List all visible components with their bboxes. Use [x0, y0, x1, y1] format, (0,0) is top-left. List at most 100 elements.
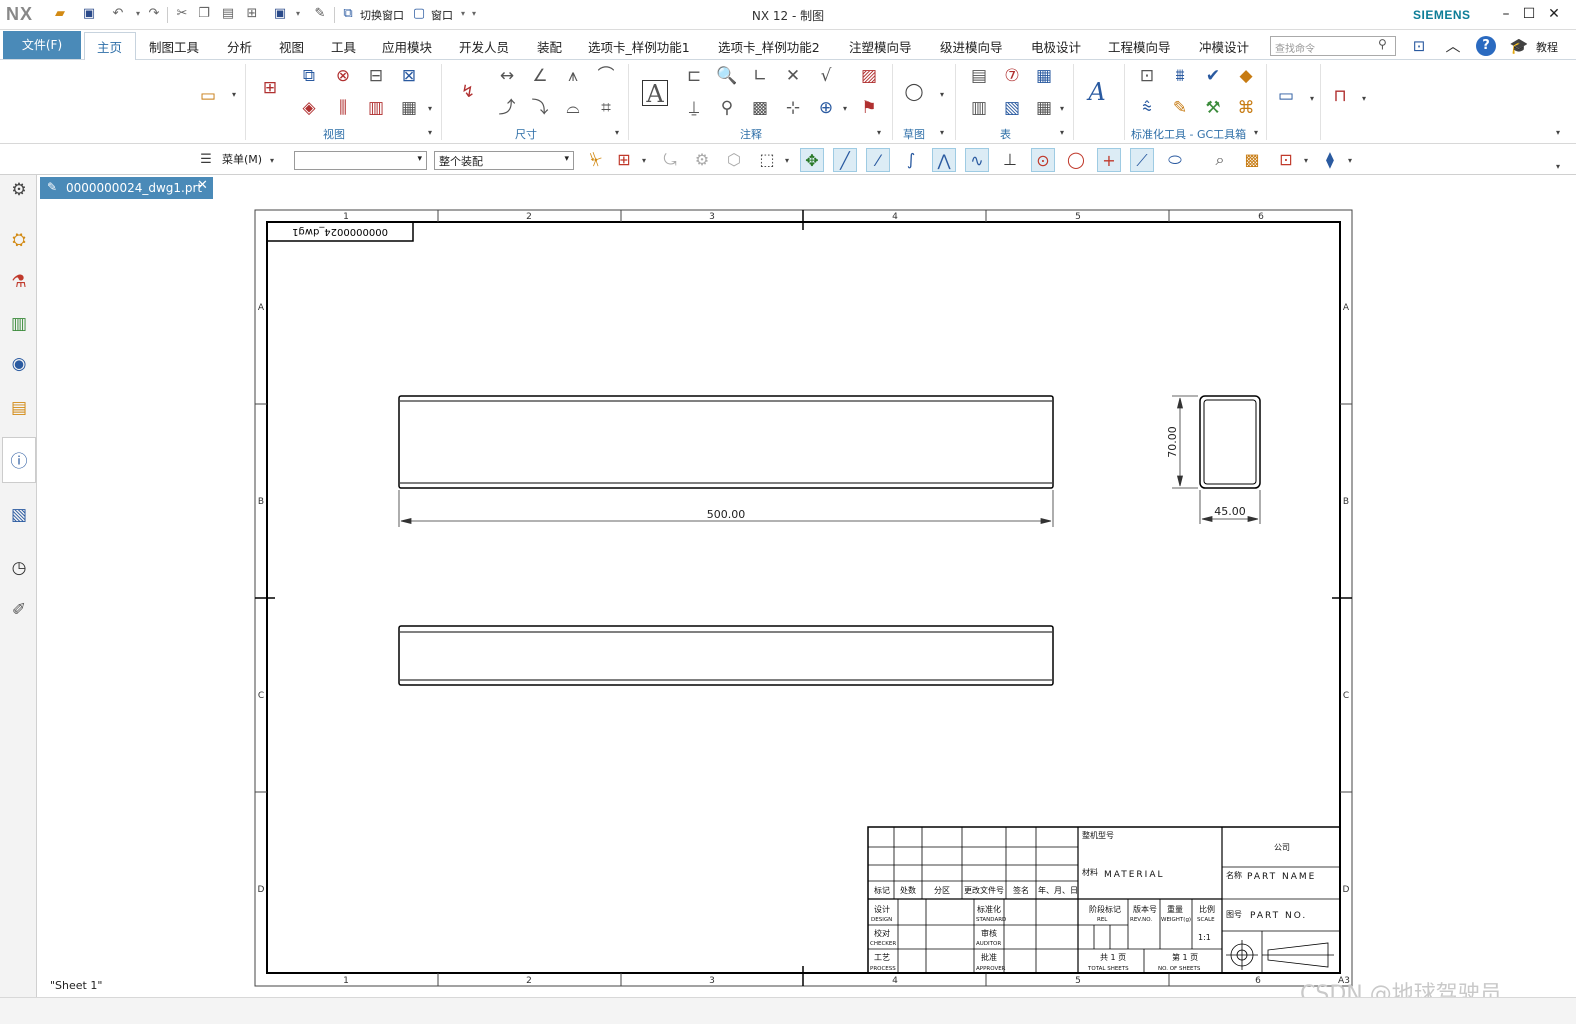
edit-sheet-dropdown-icon[interactable]: ▾	[1362, 94, 1366, 103]
rectangle-select-dropdown-icon[interactable]: ▾	[785, 156, 789, 165]
group-table-menu-icon[interactable]: ▾	[1060, 128, 1064, 137]
arc-center-icon[interactable]: ⊙	[1031, 148, 1055, 172]
customize-qat-icon[interactable]: ▾	[466, 6, 482, 22]
point-on-surface-icon[interactable]: ⊥	[998, 148, 1022, 172]
datum-target-icon[interactable]: ∟	[748, 64, 772, 88]
display-sheet-icon[interactable]: ▭	[1274, 84, 1298, 108]
new-sheet-icon[interactable]: ▭	[196, 84, 220, 108]
touch-mode-icon[interactable]: ✎	[312, 6, 328, 22]
tutorial-icon[interactable]: 🎓	[1508, 35, 1530, 57]
linear-dimension-icon[interactable]: ↔	[495, 64, 519, 88]
symbol-icon[interactable]: ⚑	[857, 96, 881, 120]
paste-special-icon[interactable]: ⊞	[244, 6, 260, 22]
tab-application[interactable]: 应用模块	[382, 37, 432, 56]
rapid-dimension-icon[interactable]: ↯	[456, 80, 480, 104]
maximize-icon[interactable]: ☐	[1520, 5, 1538, 23]
bend-table-icon[interactable]: ▧	[1000, 96, 1024, 120]
select-edges-icon[interactable]: ⬡	[722, 148, 746, 172]
paste-icon[interactable]: ▤	[220, 6, 236, 22]
tab-home[interactable]: 主页	[97, 37, 122, 56]
feature-control-frame-icon[interactable]: ⊏	[682, 64, 706, 88]
gc-tools-icon[interactable]: ⚒	[1201, 96, 1225, 120]
tab-die-design[interactable]: 冲模设计	[1199, 37, 1249, 56]
tab-analysis[interactable]: 分析	[227, 37, 252, 56]
selbar-options-icon[interactable]: ▾	[1556, 162, 1560, 171]
gc-notes-icon[interactable]: ✎	[1168, 96, 1192, 120]
display-sheet-dropdown-icon[interactable]: ▾	[1310, 94, 1314, 103]
ribbon-options-icon[interactable]: ▾	[1556, 128, 1560, 137]
edit-sheet-icon[interactable]: ⊓	[1328, 84, 1352, 108]
sketch-icon[interactable]: ◯	[902, 80, 926, 104]
tab-developer[interactable]: 开发人员	[459, 37, 509, 56]
select-body-icon[interactable]: ⚙	[690, 148, 714, 172]
tab-sample-1[interactable]: 选项卡_样例功能1	[588, 37, 690, 56]
chamfer-dimension-icon[interactable]: ⩚	[561, 64, 585, 88]
sketch-dropdown-icon[interactable]: ▾	[940, 90, 944, 99]
system-scene-icon[interactable]: ✐	[7, 598, 31, 622]
thickness-dimension-icon[interactable]: ⤵	[528, 96, 552, 120]
menu-dropdown-icon[interactable]: ▾	[270, 156, 274, 165]
group-sketch-menu-icon[interactable]: ▾	[940, 128, 944, 137]
history-icon[interactable]: ◷	[7, 556, 31, 580]
view-break-icon[interactable]: ▥	[364, 96, 388, 120]
show-hide-icon[interactable]: ▩	[1240, 148, 1264, 172]
table-more-dropdown-icon[interactable]: ▾	[1060, 104, 1064, 113]
open-icon[interactable]: ▰	[52, 6, 68, 22]
broken-view-icon[interactable]: ⊠	[397, 64, 421, 88]
group-gc-menu-icon[interactable]: ▾	[1254, 128, 1258, 137]
centerline-icon[interactable]: ⊹	[781, 96, 805, 120]
tab-assembly[interactable]: 装配	[537, 37, 562, 56]
base-view-icon[interactable]: ⊞	[258, 76, 282, 100]
gc-label-icon[interactable]: ⌘	[1234, 96, 1258, 120]
note-icon[interactable]: A	[642, 80, 668, 107]
close-icon[interactable]: ✕	[1545, 5, 1563, 23]
general-selection-dropdown-icon[interactable]: ▾	[642, 156, 646, 165]
tabular-note-icon[interactable]: ▦	[1032, 64, 1056, 88]
document-tab[interactable]: 0000000024_dwg1.prt	[40, 177, 213, 199]
arc-length-icon[interactable]: ⌒	[594, 64, 618, 88]
switch-window-icon[interactable]: ⧉	[340, 6, 356, 22]
gc-attribute-icon[interactable]: ◆	[1234, 64, 1258, 88]
tab-tools[interactable]: 工具	[331, 37, 356, 56]
history-palette-icon[interactable]: ▧	[7, 503, 31, 527]
tab-electrode[interactable]: 电极设计	[1031, 37, 1081, 56]
parts-list-icon[interactable]: ⑦	[1000, 64, 1024, 88]
update-view-icon[interactable]: ▦	[397, 96, 421, 120]
mid-point-icon[interactable]: ⁄	[866, 148, 890, 172]
weld-symbol-icon[interactable]: ⍊	[682, 96, 706, 120]
file-menu-tab[interactable]: 文件(F)	[3, 31, 81, 59]
settings-icon[interactable]: ⚙	[7, 178, 31, 202]
help-icon[interactable]: ?	[1476, 36, 1496, 56]
search-icon[interactable]: ⚲	[1378, 37, 1387, 51]
window-icon[interactable]: ▢	[411, 6, 427, 22]
gc-layers-icon[interactable]: ⩩	[1168, 64, 1192, 88]
visualization-icon[interactable]: ◉	[7, 352, 31, 376]
selection-scope-select[interactable]: 整个装配 ▾	[434, 151, 574, 170]
minimize-icon[interactable]: –	[1497, 5, 1515, 23]
rectangle-select-icon[interactable]: ⬚	[755, 148, 779, 172]
radial-dimension-icon[interactable]: ⤴	[495, 96, 519, 120]
drawing-sheet[interactable]: 1 2 3 4 5 6 1 2 3 4 5 6 A B C D A B C D …	[40, 199, 1576, 997]
section-view-icon[interactable]: ◈	[297, 96, 321, 120]
gc-check-icon[interactable]: ✔	[1201, 64, 1225, 88]
gc-stack-icon[interactable]: ⩯	[1135, 96, 1159, 120]
area-fill-icon[interactable]: ▨	[857, 64, 881, 88]
tutorial-button[interactable]: 教程	[1536, 39, 1558, 55]
break-out-icon[interactable]: ⫼	[331, 96, 355, 120]
surface-finish-icon[interactable]: √	[814, 64, 838, 88]
tab-drafting-tools[interactable]: 制图工具	[149, 37, 199, 56]
part-navigator-icon[interactable]: ⛭	[7, 228, 31, 252]
image-icon[interactable]: ▩	[748, 96, 772, 120]
general-selection-icon[interactable]: ⊞	[612, 148, 636, 172]
existing-point-icon[interactable]: +	[1097, 148, 1121, 172]
table-note-icon[interactable]: ▤	[967, 64, 991, 88]
angular-dimension-icon[interactable]: ∠	[528, 64, 552, 88]
fit-icon[interactable]: ⊡	[1274, 148, 1298, 172]
cut-icon[interactable]: ✂	[174, 6, 190, 22]
redo-icon[interactable]: ↷	[146, 6, 162, 22]
reuse-library-icon[interactable]: ▥	[7, 312, 31, 336]
full-screen-icon[interactable]: ⊡	[1408, 35, 1430, 57]
ordinate-dimension-icon[interactable]: ⌗	[594, 96, 618, 120]
gc-title-block-icon[interactable]: ⊡	[1135, 64, 1159, 88]
annotation-style-icon[interactable]: A	[1085, 80, 1109, 104]
